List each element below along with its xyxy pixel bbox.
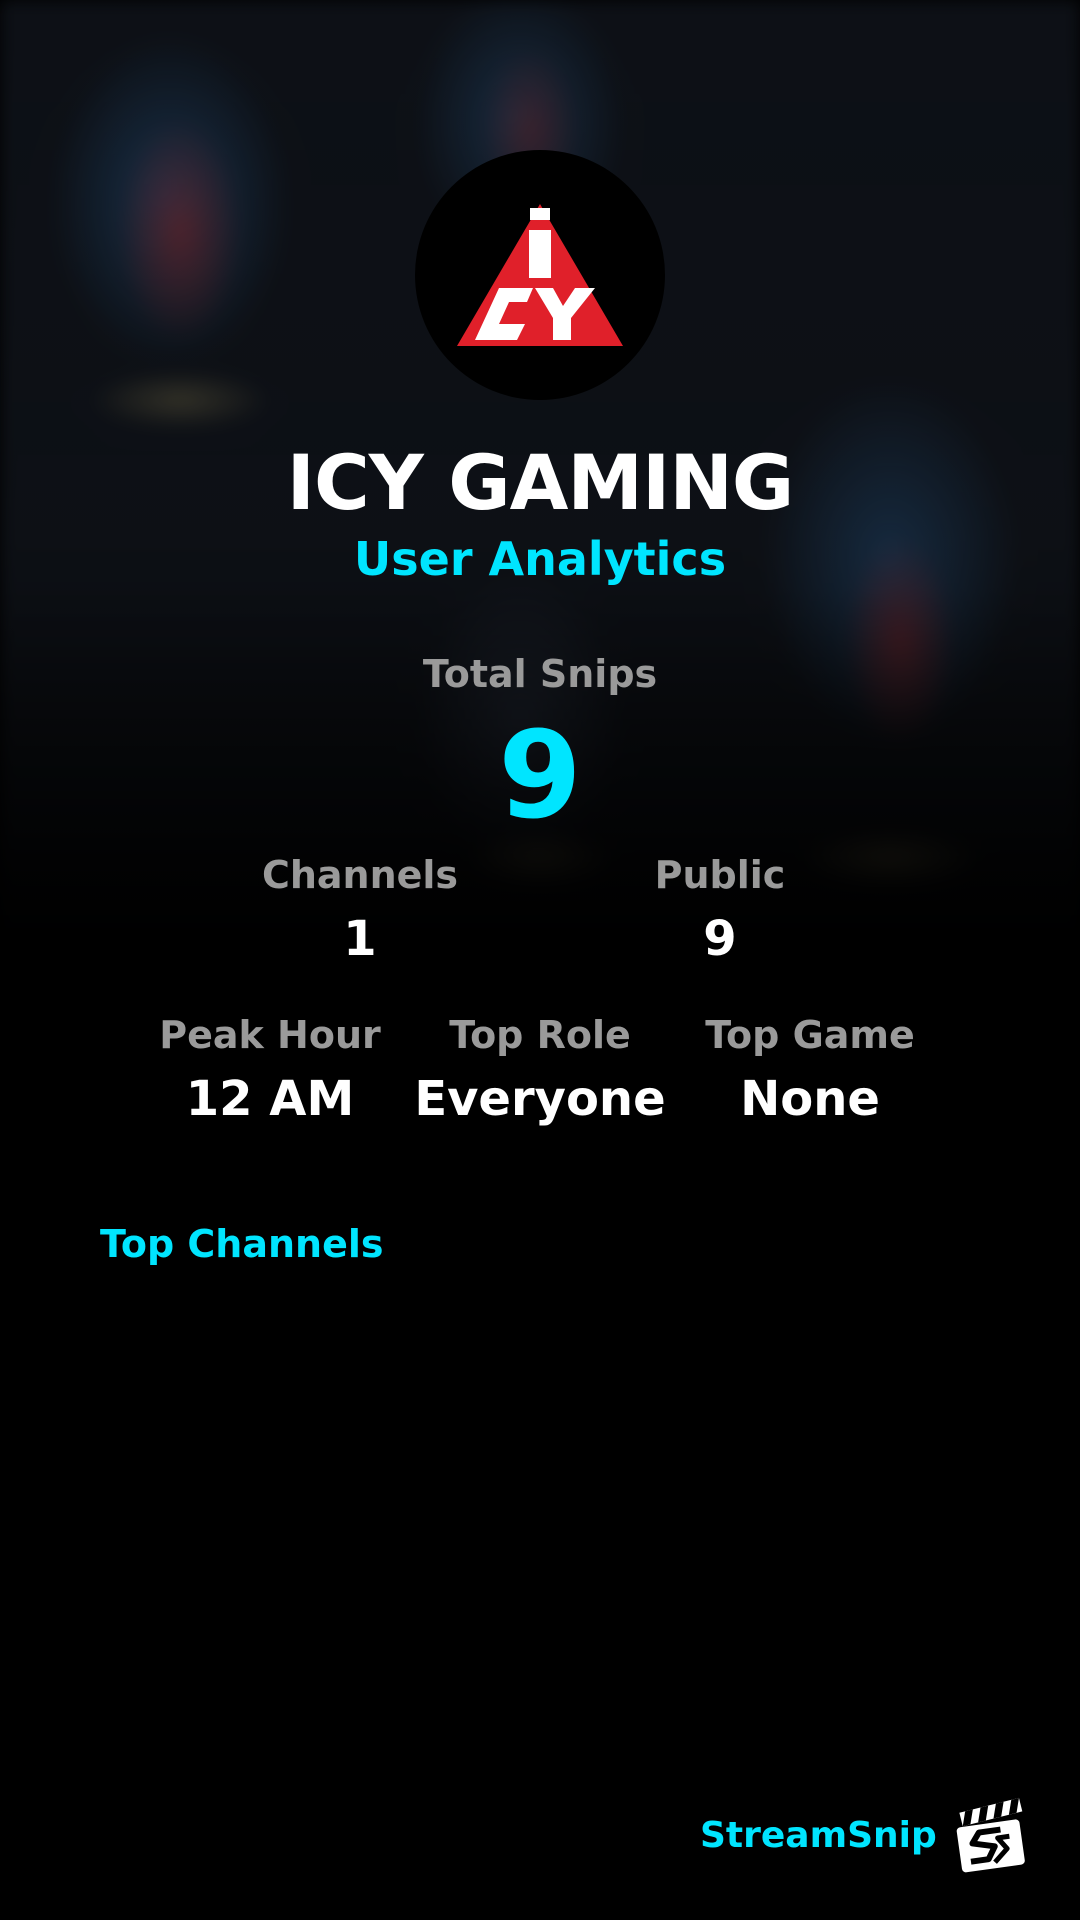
stat-top-game-value: None xyxy=(740,1071,880,1127)
stat-public-label: Public xyxy=(654,853,786,897)
brand-name: StreamSnip xyxy=(700,1814,937,1856)
brand-footer: StreamSnip xyxy=(700,1790,1030,1880)
icy-logo-icon xyxy=(457,204,623,346)
stat-peak-hour-value: 12 AM xyxy=(185,1071,355,1127)
channel-name: ICY GAMING xyxy=(286,438,795,527)
clapperboard-icon xyxy=(956,1797,1025,1873)
analytics-card: ICY GAMING User Analytics Total Snips 9 … xyxy=(0,0,1080,1920)
stat-top-game-label: Top Game xyxy=(705,1013,915,1057)
stat-public: Public 9 xyxy=(600,853,840,967)
page-subtitle: User Analytics xyxy=(353,532,727,586)
channel-avatar xyxy=(415,150,665,400)
stat-top-role-label: Top Role xyxy=(449,1013,631,1057)
stat-top-role-value: Everyone xyxy=(414,1071,666,1127)
total-snips-label: Total Snips xyxy=(422,652,658,696)
stat-top-role: Top Role Everyone xyxy=(400,1013,680,1127)
top-channels-heading: Top Channels xyxy=(100,1222,384,1266)
stat-channels-label: Channels xyxy=(261,853,459,897)
stat-channels-value: 1 xyxy=(343,911,377,967)
stat-peak-hour-label: Peak Hour xyxy=(159,1013,381,1057)
stat-public-value: 9 xyxy=(703,911,737,967)
stat-top-game: Top Game None xyxy=(670,1013,950,1127)
stat-peak-hour: Peak Hour 12 AM xyxy=(130,1013,410,1127)
total-snips-value: 9 xyxy=(498,707,582,846)
stat-channels: Channels 1 xyxy=(240,853,480,967)
